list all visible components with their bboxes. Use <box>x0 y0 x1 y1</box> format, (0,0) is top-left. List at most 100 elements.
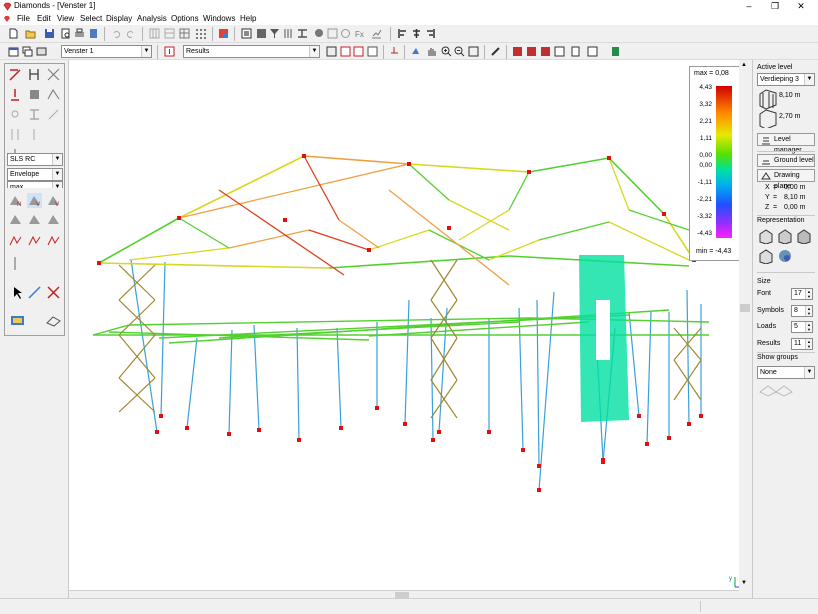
minimize-button[interactable]: – <box>738 0 760 13</box>
result-vz-icon[interactable]: V <box>27 193 42 208</box>
vertical-scroll-thumb[interactable] <box>740 304 750 312</box>
structure-model[interactable] <box>69 60 752 590</box>
view-side-icon[interactable] <box>796 228 812 244</box>
support-node[interactable] <box>155 430 159 434</box>
menu-file[interactable]: File <box>17 14 30 23</box>
support-node[interactable] <box>699 414 703 418</box>
support-node[interactable] <box>97 261 101 265</box>
pan-hand-icon[interactable] <box>425 45 438 58</box>
load-line-icon[interactable] <box>27 127 42 142</box>
support-node[interactable] <box>367 248 371 252</box>
select-color-icon[interactable] <box>217 27 230 40</box>
result-colors-icon[interactable] <box>366 45 379 58</box>
column-member[interactable] <box>646 311 652 445</box>
support-node[interactable] <box>447 226 451 230</box>
column-member[interactable] <box>130 259 158 433</box>
table-icon[interactable] <box>255 27 268 40</box>
section-icon[interactable] <box>27 107 42 122</box>
mesh-icon[interactable] <box>326 27 339 40</box>
size-results-input[interactable]: 11 ▲ ▼ <box>791 338 813 350</box>
support-node[interactable] <box>667 436 671 440</box>
support-node[interactable] <box>687 422 691 426</box>
support-node[interactable] <box>177 216 181 220</box>
results-toggle-icon[interactable] <box>163 45 176 58</box>
menu-edit[interactable]: Edit <box>37 14 51 23</box>
envelope-select[interactable]: Envelope ▼ <box>7 168 63 181</box>
supports-icon[interactable] <box>313 27 326 40</box>
column-member[interactable] <box>518 307 524 451</box>
roof-diagonal[interactable] <box>338 219 380 249</box>
window-cascade-icon[interactable] <box>21 45 34 58</box>
result-diagram-icon[interactable] <box>352 45 365 58</box>
roof-chord[interactable] <box>98 262 330 269</box>
menu-display[interactable]: Display <box>106 14 132 23</box>
print-icon[interactable] <box>73 27 86 40</box>
view-front-icon[interactable] <box>777 228 793 244</box>
members-icon[interactable] <box>282 27 295 40</box>
support-node[interactable] <box>601 460 605 464</box>
result-mz-icon[interactable] <box>46 212 61 227</box>
grid-1-icon[interactable] <box>148 27 161 40</box>
column-member[interactable] <box>296 327 300 441</box>
pointer-icon[interactable] <box>10 285 25 300</box>
support-node[interactable] <box>607 156 611 160</box>
menu-options[interactable]: Options <box>171 14 199 23</box>
deformation-3-icon[interactable] <box>46 233 61 248</box>
groups-select[interactable]: None ▼ <box>757 366 815 379</box>
size-loads-input[interactable]: 5 ▲ ▼ <box>791 321 813 333</box>
roof-diagonal[interactable] <box>458 209 510 241</box>
support-node[interactable] <box>537 488 541 492</box>
roof-diagonal[interactable] <box>128 247 230 261</box>
draw-beam-icon[interactable] <box>8 67 23 82</box>
roof-chord[interactable] <box>528 157 610 173</box>
roof-diagonal[interactable] <box>538 221 610 241</box>
select-line-icon[interactable] <box>27 285 42 300</box>
roof-chord[interactable] <box>328 255 510 269</box>
chart-icon[interactable] <box>370 27 383 40</box>
view-3d-icon[interactable] <box>758 228 774 244</box>
app-menu-icon[interactable] <box>3 15 11 23</box>
display-s-icon[interactable] <box>539 45 552 58</box>
spin-arrows-icon[interactable]: ▲ ▼ <box>805 322 812 332</box>
sections-icon[interactable] <box>296 27 309 40</box>
support-node[interactable] <box>431 438 435 442</box>
fx-icon[interactable]: Fx <box>354 27 367 40</box>
roof-chord[interactable] <box>178 155 305 219</box>
print-preview-icon[interactable] <box>59 27 72 40</box>
load-point-icon[interactable] <box>8 127 23 142</box>
vertical-scrollbar[interactable]: ▲ ▼ <box>739 60 752 590</box>
zoom-fit-icon[interactable] <box>467 45 480 58</box>
window-tile-icon[interactable] <box>7 45 20 58</box>
support-node[interactable] <box>403 422 407 426</box>
column-member[interactable] <box>228 329 233 435</box>
draw-column-icon[interactable] <box>27 67 42 82</box>
column-member[interactable] <box>686 289 690 425</box>
result-my-icon[interactable] <box>27 212 42 227</box>
support-node[interactable] <box>185 426 189 430</box>
measure-pencil-icon[interactable] <box>489 45 502 58</box>
display-d-icon[interactable] <box>511 45 524 58</box>
view-frame-icon[interactable] <box>240 27 253 40</box>
zoom-in-icon[interactable] <box>440 45 453 58</box>
support-node[interactable] <box>527 170 531 174</box>
align-left-icon[interactable] <box>396 27 409 40</box>
undo-icon[interactable] <box>110 27 123 40</box>
support-node[interactable] <box>662 212 666 216</box>
support-node[interactable] <box>521 448 525 452</box>
roof-diagonal[interactable] <box>228 229 310 249</box>
roof-diagonal[interactable] <box>628 209 690 231</box>
level-select[interactable]: Verdieping 3 ▼ <box>757 73 815 86</box>
roof-chord[interactable] <box>608 157 665 215</box>
draw-brace-icon[interactable] <box>46 67 61 82</box>
draw-support-icon[interactable] <box>8 87 23 102</box>
floor-beam[interactable] <box>128 317 530 326</box>
roof-diagonal[interactable] <box>608 221 690 261</box>
support-node[interactable] <box>537 464 541 468</box>
result-mx-icon[interactable] <box>8 212 23 227</box>
deformation-1-icon[interactable] <box>8 233 23 248</box>
support-node[interactable] <box>297 438 301 442</box>
support-node[interactable] <box>407 162 411 166</box>
align-center-icon[interactable] <box>410 27 423 40</box>
display-r-icon[interactable] <box>525 45 538 58</box>
column-member[interactable] <box>404 299 410 425</box>
